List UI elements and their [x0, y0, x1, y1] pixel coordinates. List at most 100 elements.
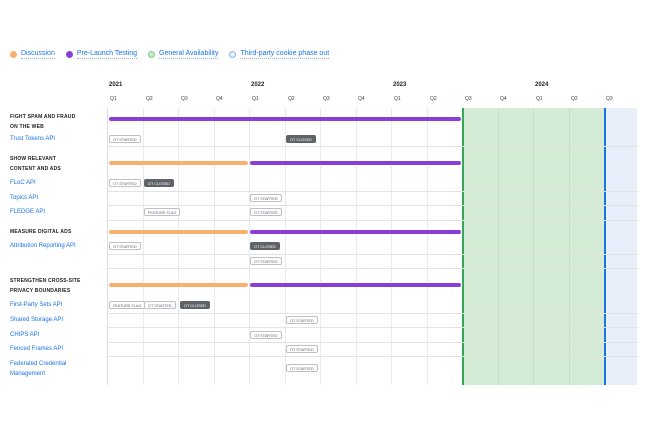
quarter-label: Q4 [216, 96, 223, 102]
year-2023: 2023 [393, 82, 407, 88]
category-line: CONTENT AND ADS [10, 166, 61, 172]
ot-started-tag: OT STARTED [109, 242, 141, 250]
row-separator [108, 205, 638, 206]
pre-launch-bar [250, 230, 461, 234]
general-availability-marker [462, 108, 464, 385]
row-separator [108, 268, 638, 269]
quarter-label: Q2 [430, 96, 437, 102]
ot-started-tag: OT STARTED [286, 345, 318, 353]
feature-flag-tag: FEATURE FLAG [109, 301, 146, 309]
cookie-phase-out-marker [604, 108, 606, 385]
feature-flag-tag: FEATURE FLAG [144, 208, 181, 216]
quarter-label: Q3 [181, 96, 188, 102]
api-link-fenced-frames[interactable]: Fenced Frames API [10, 344, 63, 354]
general-availability-dot-icon [148, 50, 156, 58]
category-strengthen-privacy: STRENGTHEN CROSS-SITE PRIVACY BOUNDARIES [10, 276, 81, 296]
grid-line [143, 108, 144, 385]
ot-started-tag: OT STARTED [144, 301, 176, 309]
discussion-dot-icon [10, 50, 17, 58]
grid-line [569, 108, 570, 385]
ot-closed-tag: OT CLOSED [144, 179, 174, 187]
grid-line [320, 108, 321, 385]
cookie-phase-out-region [605, 108, 637, 385]
api-link-floc[interactable]: FLoC API [10, 178, 36, 188]
ot-started-tag: OT STARTED [250, 331, 282, 339]
legend-item-discussion[interactable]: Discussion [10, 50, 55, 59]
legend-item-cookie-phase-out[interactable]: Third-party cookie phase out [229, 49, 330, 59]
quarter-label: Q1 [252, 96, 259, 102]
ot-started-tag: OT STARTED [286, 364, 318, 372]
api-link-fedcm[interactable]: Federated Credential Management [10, 359, 66, 379]
api-link-fledge[interactable]: FLEDGE API [10, 207, 45, 217]
quarter-label: Q4 [500, 96, 507, 102]
grid-line [356, 108, 357, 385]
discussion-bar [109, 230, 248, 234]
quarter-label: Q2 [571, 96, 578, 102]
cookie-phase-out-dot-icon [229, 50, 237, 58]
year-2021: 2021 [109, 82, 123, 88]
quarter-label: Q1 [536, 96, 543, 102]
row-separator [108, 220, 638, 221]
category-line: MEASURE DIGITAL ADS [10, 229, 72, 235]
api-link-topics[interactable]: Topics API [10, 193, 38, 203]
discussion-bar [109, 283, 248, 287]
row-separator [108, 313, 638, 314]
year-2024: 2024 [535, 82, 549, 88]
ot-closed-tag: OT CLOSED [180, 301, 210, 309]
quarter-label: Q2 [146, 96, 153, 102]
ot-started-tag: OT STARTED [109, 179, 141, 187]
ot-started-tag: OT STARTED [109, 135, 141, 143]
quarter-label: Q3 [465, 96, 472, 102]
pre-launch-bar [250, 283, 461, 287]
api-label-line: Management [10, 371, 46, 377]
legend: Discussion Pre-Launch Testing General Av… [10, 47, 340, 61]
grid-line [178, 108, 179, 385]
api-link-attribution-reporting[interactable]: Attribution Reporting API [10, 241, 76, 251]
category-measure-digital-ads: MEASURE DIGITAL ADS [10, 227, 72, 237]
ot-closed-tag: OT CLOSED [250, 242, 280, 250]
api-link-trust-tokens[interactable]: Trust Tokens API [10, 134, 55, 144]
ot-started-tag: OT STARTED [250, 194, 282, 202]
row-separator [108, 191, 638, 192]
discussion-bar [109, 161, 248, 165]
category-fight-spam-fraud: FIGHT SPAM AND FRAUD ON THE WEB [10, 112, 75, 132]
legend-label: Third-party cookie phase out [240, 49, 330, 59]
ot-started-tag: OT STARTED [250, 257, 282, 265]
legend-item-general-availability[interactable]: General Availability [148, 49, 219, 59]
timeline-left-rule [107, 108, 108, 385]
api-link-chips[interactable]: CHIPS API [10, 330, 39, 340]
category-line: FIGHT SPAM AND FRAUD [10, 114, 76, 120]
grid-line [285, 108, 286, 385]
ot-closed-tag: OT CLOSED [286, 135, 316, 143]
pre-launch-bar [109, 117, 461, 121]
quarter-label: Q3 [323, 96, 330, 102]
ot-started-tag: OT STARTED [286, 316, 318, 324]
api-link-first-party-sets[interactable]: First-Party Sets API [10, 300, 62, 310]
legend-label: Discussion [21, 49, 55, 59]
category-line: SHOW RELEVANT [10, 156, 57, 162]
row-separator [108, 356, 638, 357]
quarter-label: Q4 [358, 96, 365, 102]
grid-line [391, 108, 392, 385]
quarter-label: Q1 [394, 96, 401, 102]
category-line: PRIVACY BOUNDARIES [10, 288, 71, 294]
ot-started-tag: OT STARTED [250, 208, 282, 216]
category-line: ON THE WEB [10, 124, 44, 130]
quarter-label: Q2 [288, 96, 295, 102]
legend-label: Pre-Launch Testing [76, 49, 138, 59]
grid-line [427, 108, 428, 385]
quarter-label: Q3 [606, 96, 613, 102]
legend-item-pre-launch-testing[interactable]: Pre-Launch Testing [65, 49, 138, 59]
row-separator [108, 146, 638, 147]
grid-line [214, 108, 215, 385]
grid-line [498, 108, 499, 385]
category-line: STRENGTHEN CROSS-SITE [10, 278, 81, 284]
legend-label: General Availability [159, 49, 219, 59]
year-2022: 2022 [251, 82, 265, 88]
quarter-label: Q1 [110, 96, 117, 102]
pre-launch-dot-icon [65, 50, 73, 58]
grid-line [533, 108, 534, 385]
row-separator [108, 342, 638, 343]
category-show-relevant-content: SHOW RELEVANT CONTENT AND ADS [10, 154, 61, 174]
api-link-shared-storage[interactable]: Shared Storage API [10, 315, 63, 325]
